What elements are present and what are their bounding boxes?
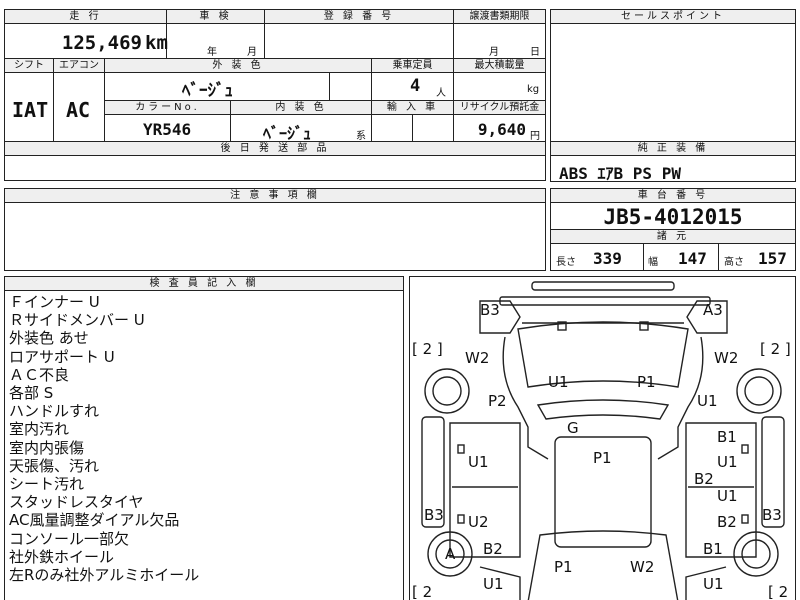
note-line: スタッドレスタイヤ xyxy=(9,493,144,512)
note-line: コンソール一部欠 xyxy=(9,529,130,548)
recycle-value: 9,640 xyxy=(477,120,526,139)
diagram-label: W2 xyxy=(630,558,655,576)
note-line: Ｒサイドメンバー U xyxy=(9,311,145,330)
shift-value: IAT xyxy=(12,98,49,122)
diagram-label: U2 xyxy=(468,513,489,531)
inspection-month: 月 xyxy=(247,47,257,58)
inspector-notes: Ｆインナー U Ｒサイドメンバー U 外装色 あせ ロアサポート U ＡＣ不良 … xyxy=(9,293,399,584)
diagram-label: [ 2 ] xyxy=(760,340,791,358)
diagram-label: P1 xyxy=(593,449,612,467)
ac-value: AC xyxy=(66,98,91,122)
recycle-header: リサイクル預託金 xyxy=(453,100,546,115)
diagram-label: U1 xyxy=(468,453,489,471)
note-line: 社外鉄ホイール xyxy=(9,547,115,566)
note-line: ＡＣ不良 xyxy=(9,365,70,384)
ac-header: エアコン xyxy=(53,58,105,73)
sales-point-box xyxy=(550,9,796,143)
sales-point-header: セールスポイント xyxy=(550,9,796,24)
note-line: ロアサポート U xyxy=(9,347,115,366)
diagram-label: G xyxy=(567,419,579,437)
exterior-header: 外 装 色 xyxy=(104,58,372,73)
diagram-label: U1 xyxy=(548,373,569,391)
colorno-header: カラーNo. xyxy=(104,100,231,115)
capacity-header: 乗車定員 xyxy=(371,58,454,73)
diagram-label: B3 xyxy=(762,506,782,524)
length-label: 長さ xyxy=(556,257,576,268)
import-header: 輸 入 車 xyxy=(371,100,454,115)
regno-header: 登 録 番 号 xyxy=(264,9,454,24)
height-value: 157 xyxy=(758,249,787,268)
diagram-label: U1 xyxy=(697,392,718,410)
chassis-header: 車 台 番 号 xyxy=(550,188,796,203)
diagram-label: U1 xyxy=(717,453,738,471)
diagram-label: A3 xyxy=(703,301,723,319)
chassis-number: JB5-4012015 xyxy=(603,205,743,229)
diagram-label: P2 xyxy=(488,392,507,410)
interior-suffix: 系 xyxy=(356,131,366,142)
diagram-label: [ 2 xyxy=(412,583,433,600)
capacity-value: 4 xyxy=(410,76,421,96)
diagram-label: W2 xyxy=(714,349,739,367)
diagram-label: B3 xyxy=(424,506,444,524)
caution-header: 注 意 事 項 欄 xyxy=(4,188,546,203)
car-diagram-box: B3 A3 [ 2 ] [ 2 ] W2 W2 U1 P1 P2 U1 G B1… xyxy=(409,276,796,600)
maxload-header: 最大積載量 xyxy=(453,58,546,73)
inspection-year: 年 xyxy=(207,47,217,58)
transfer-header: 譲渡書類期限 xyxy=(453,9,546,24)
diagram-label: B1 xyxy=(703,540,723,558)
transfer-month: 月 xyxy=(489,47,499,58)
diagram-label: U1 xyxy=(703,575,724,593)
equipment-header: 純 正 装 備 xyxy=(550,141,796,156)
diagram-label: [ 2 ] xyxy=(412,340,443,358)
note-line: 天張傷、汚れ xyxy=(9,456,100,475)
diagram-label: U1 xyxy=(717,487,738,505)
mileage-value: 125,469 xyxy=(61,32,142,54)
note-line: Ｆインナー U xyxy=(9,293,100,311)
diagram-label: B2 xyxy=(717,513,737,531)
interior-header: 内 装 色 xyxy=(230,100,372,115)
spec-header: 諸 元 xyxy=(550,229,796,244)
car-diagram xyxy=(421,281,785,600)
note-line: 室内内張傷 xyxy=(9,438,85,457)
height-label: 高さ xyxy=(724,257,744,268)
capacity-unit: 人 xyxy=(436,88,446,99)
equipment-value: ABS ｴｱB PS PW xyxy=(559,164,681,183)
mileage-header: 走 行 xyxy=(4,9,167,24)
exterior-value: ﾍﾞｰｼﾞｭ xyxy=(182,81,233,101)
diagram-label: B2 xyxy=(483,540,503,558)
note-line: ハンドルすれ xyxy=(9,402,100,421)
note-line: 左Rのみ社外アルミホイール xyxy=(9,566,200,585)
note-line: 各部 S xyxy=(9,384,54,403)
note-line: 外装色 あせ xyxy=(9,329,89,348)
diagram-label: B3 xyxy=(480,301,500,319)
recycle-unit: 円 xyxy=(530,131,540,142)
length-value: 339 xyxy=(593,249,622,268)
note-line: シート汚れ xyxy=(9,475,85,494)
diagram-label: P1 xyxy=(554,558,573,576)
inspector-header: 検 査 員 記 入 欄 xyxy=(4,276,404,291)
diagram-label: [ 2 xyxy=(768,583,789,600)
diagram-label: W2 xyxy=(465,349,490,367)
diagram-label: U1 xyxy=(483,575,504,593)
note-line: AC風量調整ダイアル欠品 xyxy=(9,511,180,530)
diagram-label: B2 xyxy=(694,470,714,488)
note-line: 室内汚れ xyxy=(9,420,70,439)
diagram-label: P1 xyxy=(637,373,656,391)
diagram-label: B1 xyxy=(717,428,737,446)
colorno-value: YR546 xyxy=(143,120,192,139)
later-parts-header: 後 日 発 送 部 品 xyxy=(4,141,546,156)
diagram-label: A xyxy=(445,545,456,563)
width-value: 147 xyxy=(678,249,707,268)
transfer-day: 日 xyxy=(530,47,540,58)
shift-header: シフト xyxy=(4,58,54,73)
mileage-unit: km xyxy=(145,32,168,54)
maxload-unit: kg xyxy=(527,84,540,95)
inspection-header: 車 検 xyxy=(166,9,265,24)
width-label: 幅 xyxy=(648,257,658,268)
